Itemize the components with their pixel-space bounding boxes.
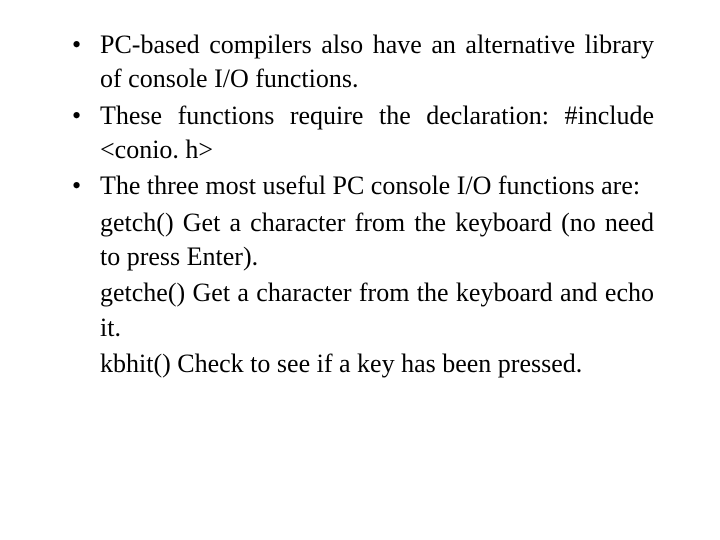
slide-content: PC-based compilers also have an alternat… (0, 0, 720, 540)
bullet-item: The three most useful PC console I/O fun… (66, 169, 654, 203)
bullet-item: These functions require the declaration:… (66, 99, 654, 168)
sub-text: getch() Get a character from the keyboar… (66, 206, 654, 275)
sub-text: getche() Get a character from the keyboa… (66, 276, 654, 345)
bullet-text: These functions require the declaration:… (100, 101, 654, 164)
bullet-list: PC-based compilers also have an alternat… (66, 28, 654, 204)
bullet-text: The three most useful PC console I/O fun… (100, 171, 640, 200)
sub-text: kbhit() Check to see if a key has been p… (66, 347, 654, 381)
bullet-item: PC-based compilers also have an alternat… (66, 28, 654, 97)
bullet-text: PC-based compilers also have an alternat… (100, 30, 654, 93)
